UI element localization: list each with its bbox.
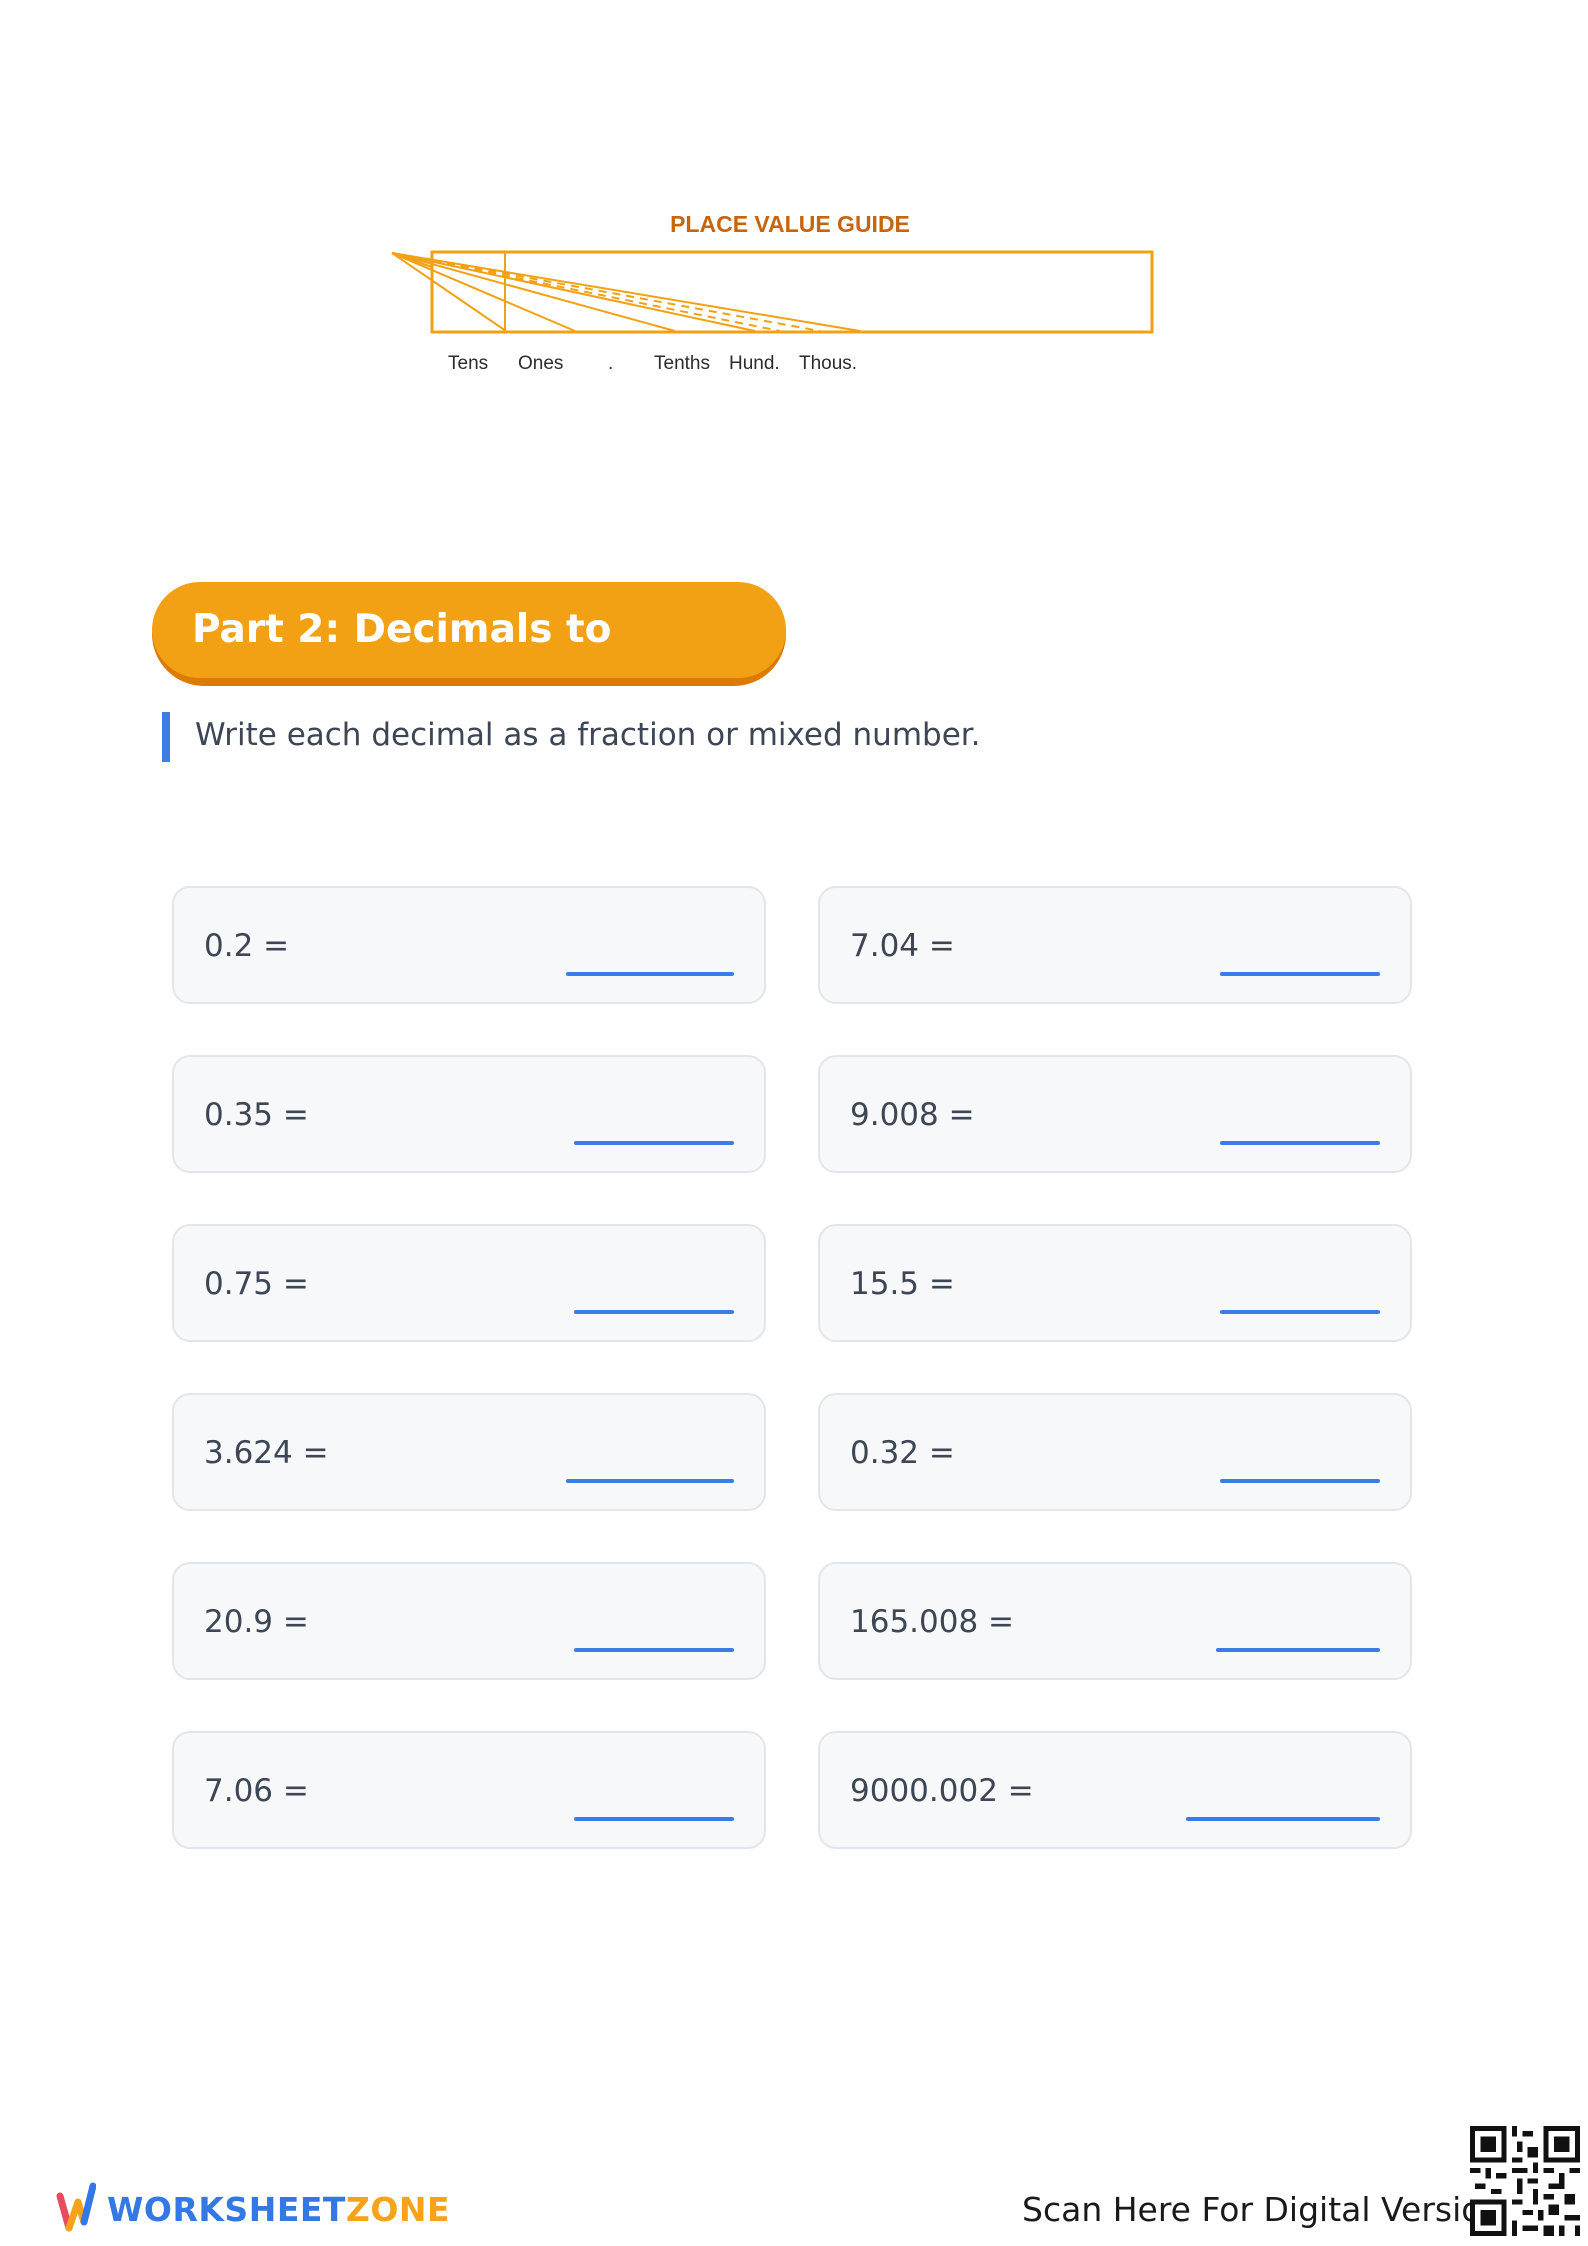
- question-box: 9000.002 =: [818, 1731, 1412, 1849]
- answer-line[interactable]: [1220, 1310, 1380, 1314]
- brand-zone: ZONE: [345, 2190, 451, 2229]
- answer-line[interactable]: [1186, 1817, 1380, 1821]
- question-box: 7.06 =: [172, 1731, 766, 1849]
- answer-line[interactable]: [574, 1141, 734, 1145]
- question-box: 0.32 =: [818, 1393, 1412, 1511]
- qr-code-icon[interactable]: [1470, 2126, 1580, 2236]
- label-hundredths: Hund.: [729, 353, 780, 374]
- question-box: 15.5 =: [818, 1224, 1412, 1342]
- answer-line[interactable]: [574, 1648, 734, 1652]
- scan-text: Scan Here For Digital Version: [1022, 2190, 1503, 2229]
- answer-line[interactable]: [1220, 1141, 1380, 1145]
- label-ones: Ones: [518, 353, 564, 374]
- answer-line[interactable]: [574, 1310, 734, 1314]
- instruction-accent-bar: [162, 712, 170, 762]
- answer-line[interactable]: [1220, 972, 1380, 976]
- question-text: 0.75 =: [204, 1266, 309, 1302]
- question-box: 7.04 =: [818, 886, 1412, 1004]
- instruction-text: Write each decimal as a fraction or mixe…: [195, 717, 981, 753]
- question-box: 0.35 =: [172, 1055, 766, 1173]
- place-value-guide: PLACE VALUE GUIDE Tens Ones . Tenths Hun…: [390, 205, 1170, 395]
- part-header: Part 2: Decimals to Fractions: [152, 582, 786, 748]
- question-text: 9.008 =: [850, 1097, 975, 1133]
- question-text: 3.624 =: [204, 1435, 329, 1471]
- question-box: 165.008 =: [818, 1562, 1412, 1680]
- question-text: 7.06 =: [204, 1773, 309, 1809]
- footer-brand: WORKSHEETZONE: [107, 2190, 450, 2229]
- question-text: 0.32 =: [850, 1435, 955, 1471]
- answer-line[interactable]: [1216, 1648, 1380, 1652]
- label-tenths: Tenths: [654, 353, 710, 374]
- answer-line[interactable]: [566, 972, 734, 976]
- answer-line[interactable]: [566, 1479, 734, 1483]
- brand-worksheet: WORKSHEET: [107, 2190, 346, 2229]
- question-text: 0.2 =: [204, 928, 290, 964]
- question-box: 20.9 =: [172, 1562, 766, 1680]
- question-text: 20.9 =: [204, 1604, 309, 1640]
- question-box: 0.75 =: [172, 1224, 766, 1342]
- question-text: 165.008 =: [850, 1604, 1015, 1640]
- question-box: 0.2 =: [172, 886, 766, 1004]
- label-decimal-point: .: [608, 353, 614, 374]
- answer-line[interactable]: [574, 1817, 734, 1821]
- question-text: 9000.002 =: [850, 1773, 1034, 1809]
- label-tens: Tens: [448, 353, 489, 374]
- answer-line[interactable]: [1220, 1479, 1380, 1483]
- question-text: 15.5 =: [850, 1266, 955, 1302]
- question-text: 0.35 =: [204, 1097, 309, 1133]
- question-box: 9.008 =: [818, 1055, 1412, 1173]
- worksheetzone-logo-icon: [56, 2182, 96, 2232]
- place-value-diagram: [391, 250, 1154, 334]
- question-text: 7.04 =: [850, 928, 955, 964]
- label-thousandths: Thous.: [799, 353, 858, 374]
- part-title: Part 2: Decimals to Fractions: [152, 582, 786, 748]
- question-box: 3.624 =: [172, 1393, 766, 1511]
